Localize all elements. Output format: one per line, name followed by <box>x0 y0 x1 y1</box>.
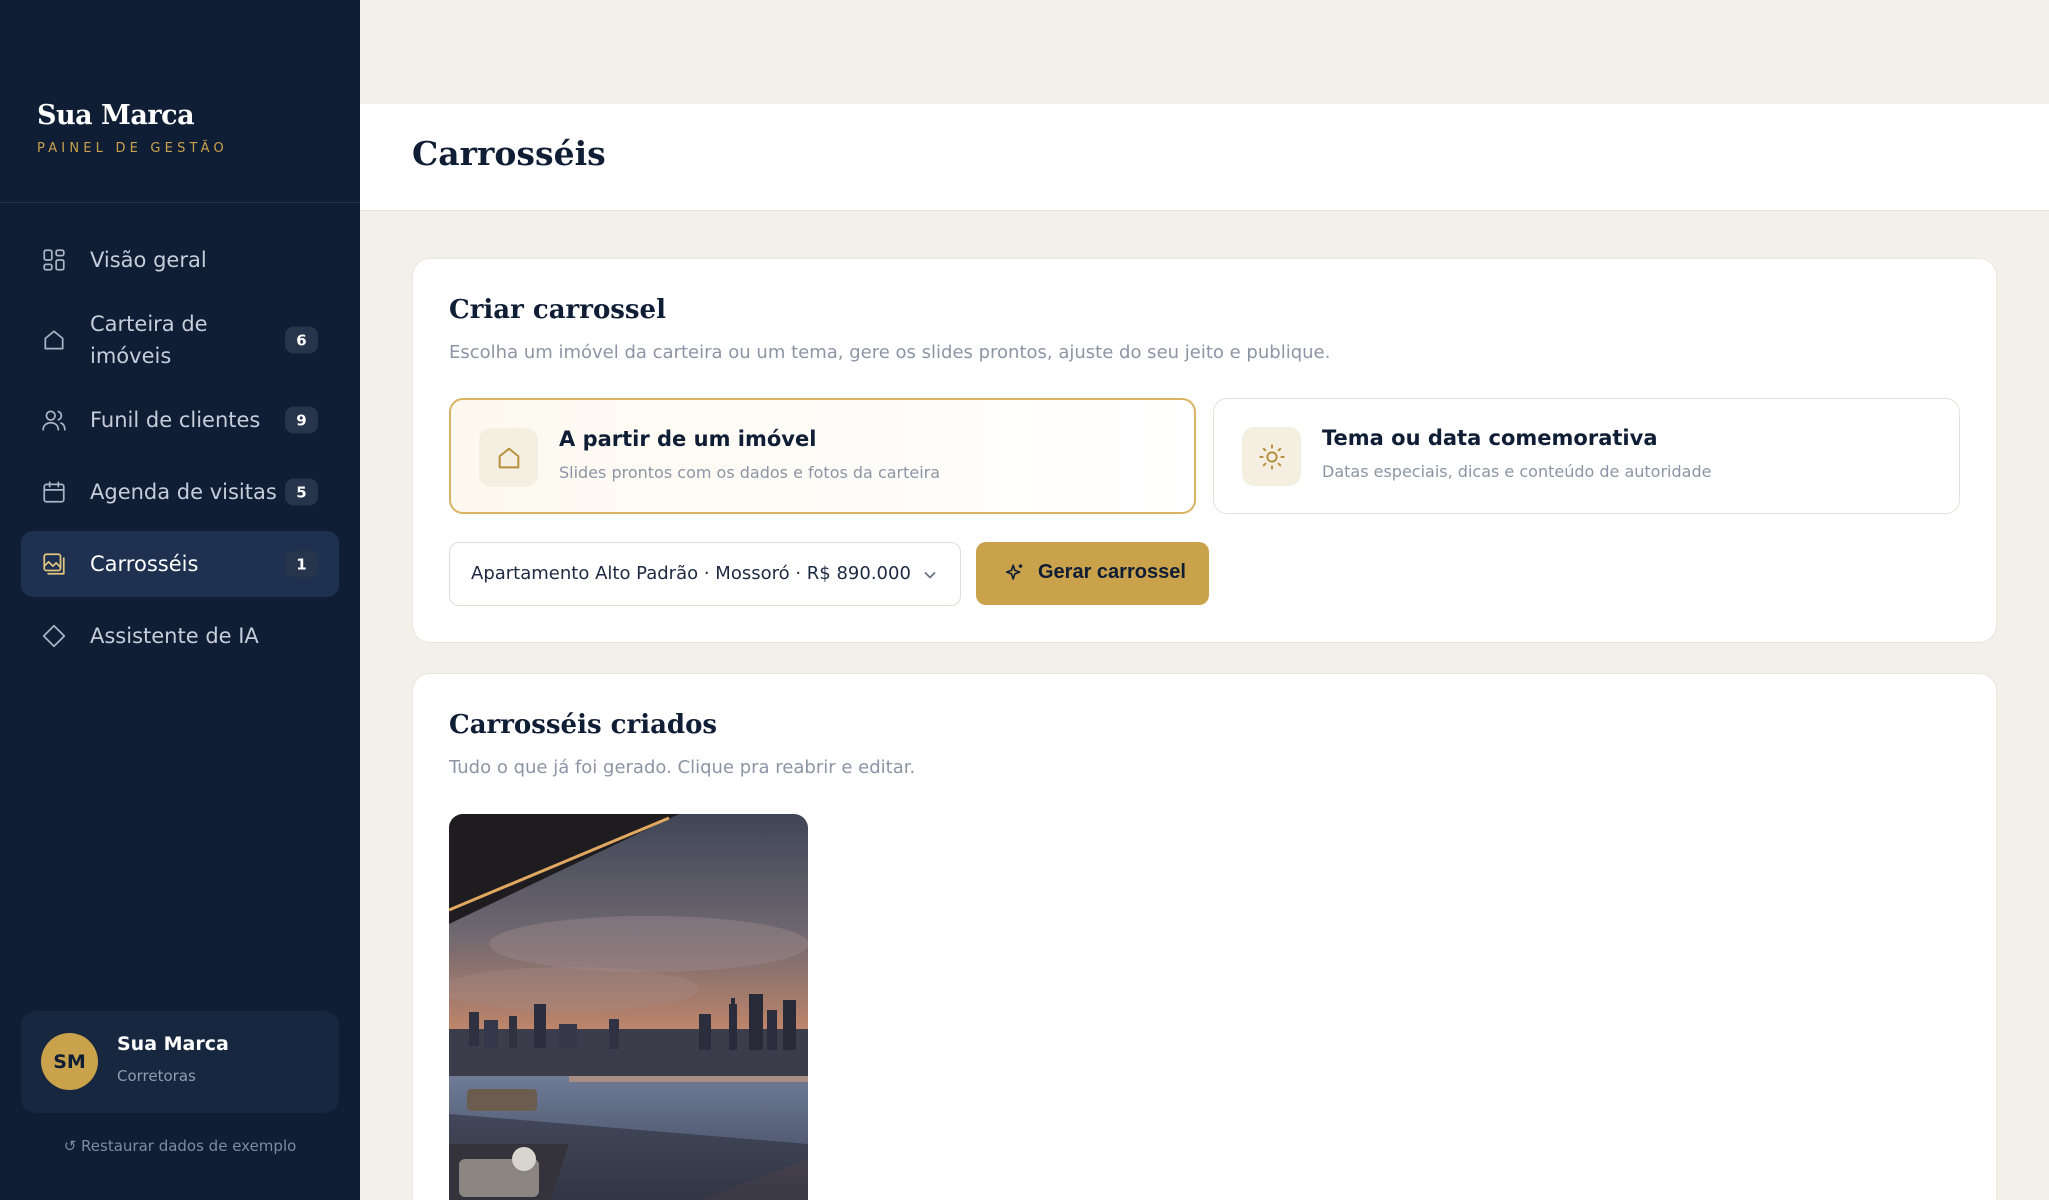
sun-icon <box>1242 427 1301 486</box>
sidebar-divider <box>0 202 360 203</box>
avatar: SM <box>41 1033 98 1090</box>
brand: Sua Marca PAINEL DE GESTÃO <box>37 100 228 156</box>
create-card-subtitle: Escolha um imóvel da carteira ou um tema… <box>449 342 1331 363</box>
generate-button-label: Gerar carrossel <box>1038 561 1186 583</box>
count-badge: 9 <box>285 406 318 434</box>
sidebar-item-label: Funil de clientes <box>90 408 261 432</box>
option-theme-date[interactable]: Tema ou data comemorativa Datas especiai… <box>1213 398 1960 514</box>
option-title: Tema ou data comemorativa <box>1322 426 1658 450</box>
property-select-value: Apartamento Alto Padrão · Mossoró · R$ 8… <box>471 563 911 584</box>
page-title: Carrosséis <box>412 134 606 173</box>
grid-icon <box>41 247 67 273</box>
users-icon <box>41 407 67 433</box>
sparkle-icon <box>1005 564 1023 580</box>
sidebar-item-funil[interactable]: Funil de clientes 9 <box>21 387 339 453</box>
property-select[interactable]: Apartamento Alto Padrão · Mossoró · R$ 8… <box>449 542 961 606</box>
option-title: A partir de um imóvel <box>559 427 817 451</box>
sidebar-item-label: Carrosséis <box>90 552 199 576</box>
sidebar-item-label: Agenda de visitas <box>90 480 277 504</box>
home-icon <box>41 327 67 353</box>
created-carousels-card: Carrosséis criados Tudo o que já foi ger… <box>412 673 1997 1200</box>
sidebar-nav: Visão geral Carteira de imóveis 6 Funil … <box>21 227 339 675</box>
sidebar: Sua Marca PAINEL DE GESTÃO Visão geral C… <box>0 0 360 1200</box>
user-name: Sua Marca <box>117 1033 229 1055</box>
sidebar-item-agenda[interactable]: Agenda de visitas 5 <box>21 459 339 525</box>
image-stack-icon <box>41 551 67 577</box>
chevron-down-icon <box>924 572 936 579</box>
option-description: Datas especiais, dicas e conteúdo de aut… <box>1322 462 1712 481</box>
option-from-property[interactable]: A partir de um imóvel Slides prontos com… <box>449 398 1196 514</box>
generate-carousel-button[interactable]: Gerar carrossel <box>976 542 1209 605</box>
brand-name: Sua Marca <box>37 100 195 131</box>
sidebar-item-label: Assistente de IA <box>90 624 259 648</box>
rooftop-pool-sunset-image <box>449 814 808 1200</box>
count-badge: 5 <box>285 478 318 506</box>
create-card-title: Criar carrossel <box>449 295 666 325</box>
created-card-subtitle: Tudo o que já foi gerado. Clique pra rea… <box>449 757 916 778</box>
sidebar-item-label: Visão geral <box>90 248 207 272</box>
option-description: Slides prontos com os dados e fotos da c… <box>559 463 941 482</box>
brand-subtitle: PAINEL DE GESTÃO <box>37 141 228 156</box>
page-header: Carrosséis <box>360 104 2049 211</box>
created-card-title: Carrosséis criados <box>449 710 718 740</box>
count-badge: 6 <box>285 326 318 354</box>
create-carousel-card: Criar carrossel Escolha um imóvel da car… <box>412 258 1997 643</box>
sidebar-item-visao-geral[interactable]: Visão geral <box>21 227 339 293</box>
sidebar-item-carrosseis[interactable]: Carrosséis 1 <box>21 531 339 597</box>
sidebar-item-assistente[interactable]: Assistente de IA <box>21 603 339 669</box>
restore-sample-data-link[interactable]: ↺ Restaurar dados de exemplo <box>0 1137 360 1155</box>
carousel-thumbnail[interactable] <box>449 814 808 1200</box>
user-card[interactable]: SM Sua Marca Corretoras <box>21 1011 339 1113</box>
count-badge: 1 <box>285 550 318 578</box>
user-role: Corretoras <box>117 1067 196 1085</box>
diamond-icon <box>41 623 67 649</box>
sidebar-item-carteira[interactable]: Carteira de imóveis 6 <box>21 299 339 381</box>
sidebar-item-label: Carteira de imóveis <box>90 312 208 368</box>
calendar-icon <box>41 479 67 505</box>
home-icon <box>479 428 538 487</box>
